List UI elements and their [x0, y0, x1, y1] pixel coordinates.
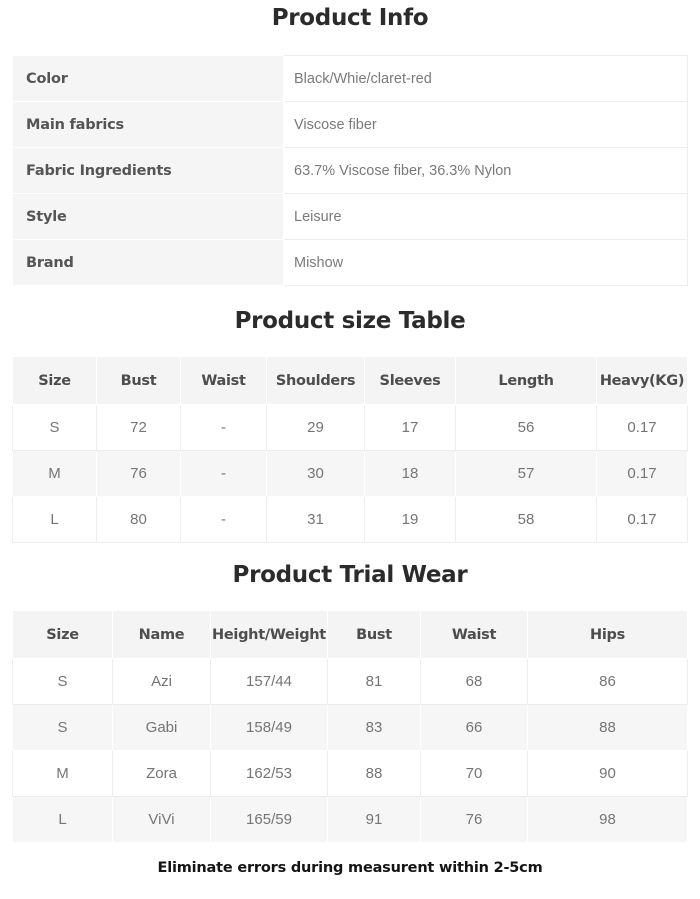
table-row: Brand Mishow: [12, 239, 688, 286]
size-table-cell: L: [12, 496, 97, 543]
size-table-header-cell: Bust: [96, 356, 181, 405]
trial-wear-header-cell: Size: [12, 610, 113, 659]
product-info-table-wrapper: Color Black/Whie/claret-red Main fabrics…: [12, 55, 688, 286]
size-table-cell: -: [180, 450, 267, 497]
size-table-header-cell: Heavy(KG): [596, 356, 688, 405]
size-table-header-cell: Size: [12, 356, 97, 405]
trial-wear-cell: 68: [420, 658, 528, 705]
product-info-label: Fabric Ingredients: [12, 147, 284, 194]
trial-wear-cell: 90: [527, 750, 688, 797]
table-row: Main fabrics Viscose fiber: [12, 101, 688, 148]
product-info-table-body: Color Black/Whie/claret-red Main fabrics…: [12, 55, 688, 286]
trial-wear-cell: 88: [327, 750, 421, 797]
trial-wear-title: Product Trial Wear: [232, 562, 468, 588]
trial-wear-cell: 81: [327, 658, 421, 705]
size-table-cell: 58: [455, 496, 597, 543]
size-table-header-cell: Sleeves: [364, 356, 456, 405]
size-table-head: Size Bust Waist Shoulders Sleeves Length…: [12, 356, 688, 405]
trial-wear-cell: L: [12, 796, 113, 843]
product-info-value: Mishow: [283, 239, 688, 286]
product-detail-page: Product Info Color Black/Whie/claret-red…: [0, 0, 700, 899]
size-table-cell: 31: [266, 496, 365, 543]
table-row: Style Leisure: [12, 193, 688, 240]
size-table-cell: S: [12, 404, 97, 451]
trial-wear-table-body: S Azi 157/44 81 68 86 S Gabi 158/49 83 6…: [12, 658, 688, 843]
trial-wear-cell: 88: [527, 704, 688, 751]
product-info-label: Style: [12, 193, 284, 240]
trial-wear-cell: S: [12, 658, 113, 705]
size-table-cell: 72: [96, 404, 181, 451]
size-table-cell: 57: [455, 450, 597, 497]
trial-wear-table-wrapper: Size Name Height/Weight Bust Waist Hips …: [12, 610, 688, 843]
size-table-cell: 18: [364, 450, 456, 497]
size-table-wrapper: Size Bust Waist Shoulders Sleeves Length…: [12, 356, 688, 543]
size-table-cell: 80: [96, 496, 181, 543]
size-table-cell: -: [180, 404, 267, 451]
table-row: S 72 - 29 17 56 0.17: [12, 404, 688, 451]
measurement-disclaimer-note: Eliminate errors during measurent within…: [157, 860, 543, 876]
size-table-body: S 72 - 29 17 56 0.17 M 76 - 30 18 57 0.1…: [12, 404, 688, 543]
trial-wear-cell: 86: [527, 658, 688, 705]
trial-wear-cell: 76: [420, 796, 528, 843]
size-table-cell: 17: [364, 404, 456, 451]
size-table-header-cell: Length: [455, 356, 597, 405]
trial-wear-cell: M: [12, 750, 113, 797]
product-info-table: Color Black/Whie/claret-red Main fabrics…: [12, 55, 688, 286]
size-table-cell: -: [180, 496, 267, 543]
trial-wear-header-cell: Name: [112, 610, 211, 659]
size-table: Size Bust Waist Shoulders Sleeves Length…: [12, 356, 688, 543]
table-row: Fabric Ingredients 63.7% Viscose fiber, …: [12, 147, 688, 194]
size-table-cell: 0.17: [596, 404, 688, 451]
trial-wear-cell: 162/53: [210, 750, 328, 797]
table-row: S Gabi 158/49 83 66 88: [12, 704, 688, 751]
size-table-cell: 0.17: [596, 496, 688, 543]
size-table-cell: 30: [266, 450, 365, 497]
trial-wear-header-cell: Height/Weight: [210, 610, 328, 659]
trial-wear-cell: ViVi: [112, 796, 211, 843]
table-row: L 80 - 31 19 58 0.17: [12, 496, 688, 543]
product-info-label: Brand: [12, 239, 284, 286]
trial-wear-cell: Azi: [112, 658, 211, 705]
table-row: L ViVi 165/59 91 76 98: [12, 796, 688, 843]
trial-wear-cell: 157/44: [210, 658, 328, 705]
table-header-row: Size Name Height/Weight Bust Waist Hips: [12, 610, 688, 659]
size-table-cell: 19: [364, 496, 456, 543]
product-info-value: Leisure: [283, 193, 688, 240]
trial-wear-header-cell: Bust: [327, 610, 421, 659]
size-table-header-cell: Shoulders: [266, 356, 365, 405]
trial-wear-cell: S: [12, 704, 113, 751]
size-table-cell: 0.17: [596, 450, 688, 497]
trial-wear-cell: 165/59: [210, 796, 328, 843]
size-table-title: Product size Table: [234, 308, 466, 334]
trial-wear-header-cell: Waist: [420, 610, 528, 659]
product-info-label: Main fabrics: [12, 101, 284, 148]
size-table-header-cell: Waist: [180, 356, 267, 405]
trial-wear-cell: 91: [327, 796, 421, 843]
trial-wear-cell: 98: [527, 796, 688, 843]
product-info-label: Color: [12, 55, 284, 102]
trial-wear-cell: 158/49: [210, 704, 328, 751]
trial-wear-cell: 83: [327, 704, 421, 751]
table-header-row: Size Bust Waist Shoulders Sleeves Length…: [12, 356, 688, 405]
product-info-value: Black/Whie/claret-red: [283, 55, 688, 102]
size-table-cell: 76: [96, 450, 181, 497]
trial-wear-cell: Gabi: [112, 704, 211, 751]
trial-wear-cell: Zora: [112, 750, 211, 797]
table-row: Color Black/Whie/claret-red: [12, 55, 688, 102]
table-row: S Azi 157/44 81 68 86: [12, 658, 688, 705]
product-info-value: 63.7% Viscose fiber, 36.3% Nylon: [283, 147, 688, 194]
size-table-cell: M: [12, 450, 97, 497]
trial-wear-cell: 70: [420, 750, 528, 797]
size-table-cell: 29: [266, 404, 365, 451]
product-info-title: Product Info: [271, 5, 429, 31]
product-info-value: Viscose fiber: [283, 101, 688, 148]
trial-wear-table-head: Size Name Height/Weight Bust Waist Hips: [12, 610, 688, 659]
table-row: M Zora 162/53 88 70 90: [12, 750, 688, 797]
trial-wear-header-cell: Hips: [527, 610, 688, 659]
table-row: M 76 - 30 18 57 0.17: [12, 450, 688, 497]
size-table-cell: 56: [455, 404, 597, 451]
trial-wear-table: Size Name Height/Weight Bust Waist Hips …: [12, 610, 688, 843]
trial-wear-cell: 66: [420, 704, 528, 751]
